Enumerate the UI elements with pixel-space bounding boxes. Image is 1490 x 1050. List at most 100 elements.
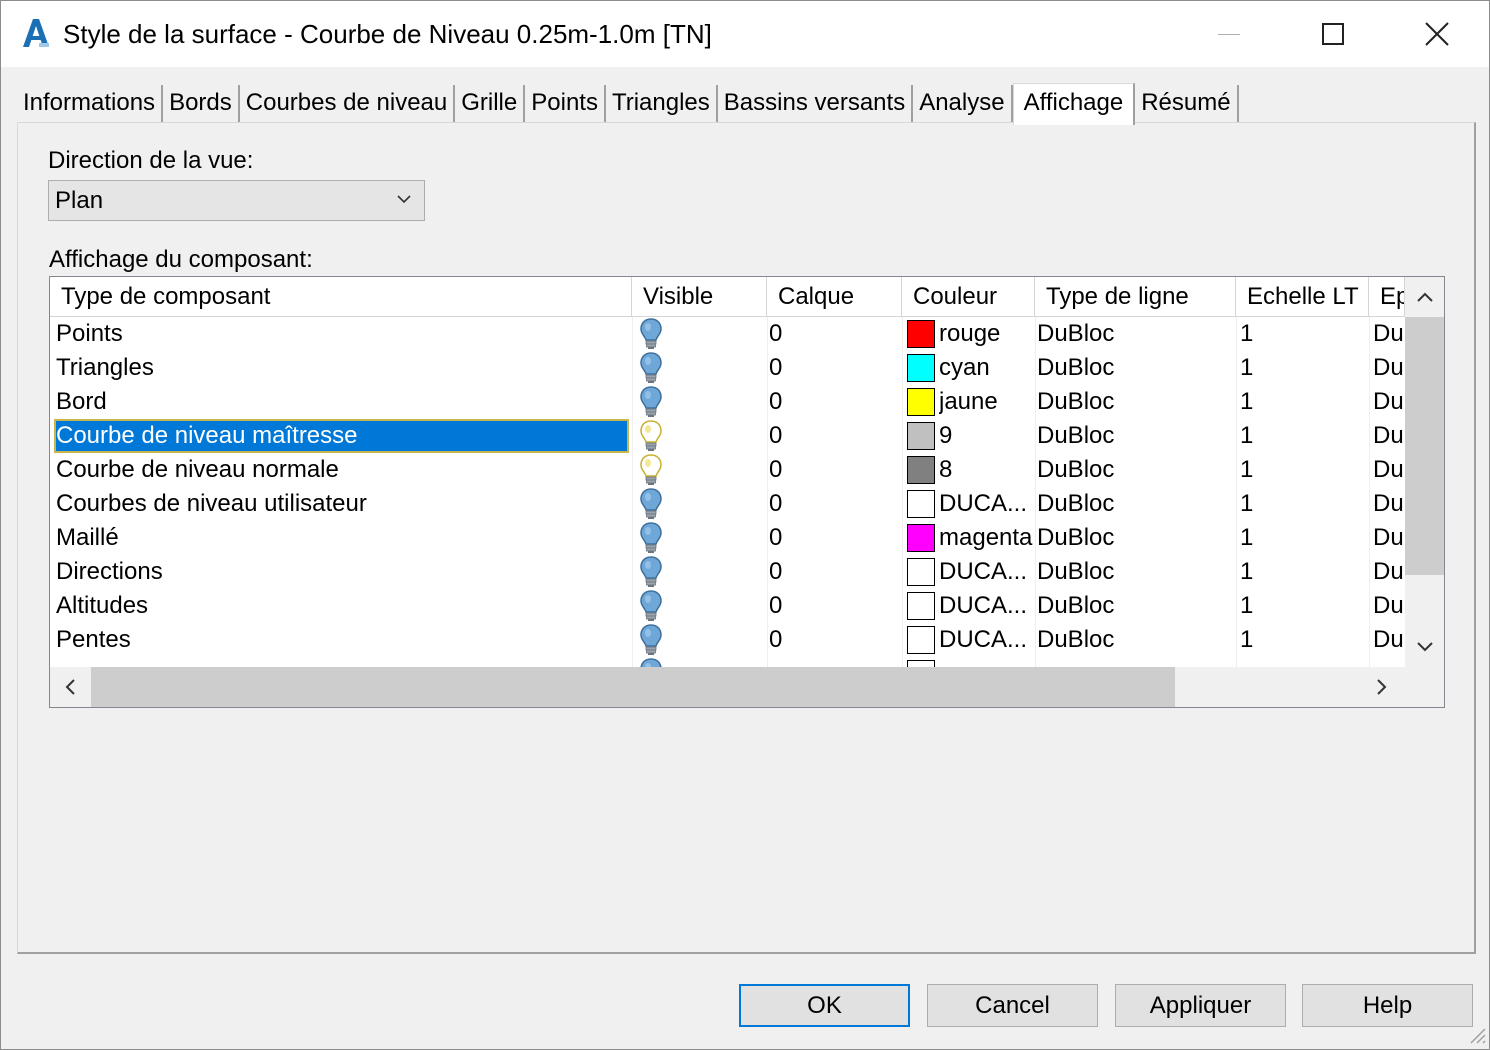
col-header-couleur[interactable]: Couleur <box>902 277 1035 317</box>
view-direction-dropdown[interactable]: Plan <box>48 180 425 221</box>
linetype-cell[interactable]: DuBloc <box>1037 385 1217 419</box>
layer-cell[interactable]: 0 <box>769 623 869 657</box>
lineweight-cell[interactable]: Du <box>1373 453 1404 487</box>
col-header-echelle-lt[interactable]: Echelle LT <box>1236 277 1369 317</box>
table-row[interactable]: Triangles 0 cyan DuBloc 1 Du <box>50 351 1404 385</box>
lt-scale-cell[interactable]: 1 <box>1240 555 1340 589</box>
tab-grille[interactable]: Grille <box>455 85 526 123</box>
horizontal-scrollbar[interactable] <box>50 667 1444 707</box>
color-cell[interactable]: rouge <box>939 317 1037 351</box>
lt-scale-cell[interactable]: 1 <box>1240 453 1340 487</box>
color-cell[interactable]: DUCA... <box>939 487 1037 521</box>
lineweight-cell[interactable]: Du <box>1373 487 1404 521</box>
bulb-on-icon[interactable] <box>640 488 662 520</box>
color-swatch-cell[interactable] <box>905 555 935 589</box>
component-type-cell[interactable]: Pentes <box>54 623 629 657</box>
component-type-cell[interactable]: Courbe de niveau normale <box>54 453 629 487</box>
lt-scale-cell[interactable]: 1 <box>1240 317 1340 351</box>
table-row[interactable]: Pentes 0 DUCA... DuBloc 1 Du <box>50 623 1404 657</box>
color-cell[interactable]: cyan <box>939 351 1037 385</box>
table-row-partial[interactable] <box>50 657 1404 667</box>
component-type-cell[interactable]: Maillé <box>54 521 629 555</box>
tab-affichage[interactable]: Affichage <box>1012 83 1136 125</box>
vertical-scrollbar[interactable] <box>1405 277 1444 667</box>
lineweight-cell[interactable]: Du <box>1373 623 1404 657</box>
linetype-cell[interactable]: DuBloc <box>1037 453 1217 487</box>
lineweight-cell[interactable]: Du <box>1373 521 1404 555</box>
visible-toggle[interactable] <box>640 317 680 351</box>
color-swatch-cell[interactable] <box>905 419 935 453</box>
col-header-calque[interactable]: Calque <box>767 277 902 317</box>
lineweight-cell[interactable]: Du <box>1373 317 1404 351</box>
component-type-cell[interactable]: Courbe de niveau maîtresse <box>54 419 629 453</box>
table-row[interactable]: Bord 0 jaune DuBloc 1 Du <box>50 385 1404 419</box>
color-cell[interactable]: jaune <box>939 385 1037 419</box>
lt-scale-cell[interactable]: 1 <box>1240 385 1340 419</box>
linetype-cell[interactable]: DuBloc <box>1037 521 1217 555</box>
color-swatch-cell[interactable] <box>905 317 935 351</box>
component-type-cell[interactable]: Directions <box>54 555 629 589</box>
visible-toggle[interactable] <box>640 419 680 453</box>
component-type-cell[interactable]: Altitudes <box>54 589 629 623</box>
visible-toggle[interactable] <box>640 589 680 623</box>
linetype-cell[interactable]: DuBloc <box>1037 623 1217 657</box>
visible-toggle[interactable] <box>640 623 680 657</box>
lineweight-cell[interactable]: Du <box>1373 385 1404 419</box>
color-swatch-cell[interactable] <box>905 589 935 623</box>
lineweight-cell[interactable]: Du <box>1373 555 1404 589</box>
color-swatch-cell[interactable] <box>905 487 935 521</box>
linetype-cell[interactable]: DuBloc <box>1037 555 1217 589</box>
color-swatch-cell[interactable] <box>905 385 935 419</box>
component-type-cell[interactable]: Bord <box>54 385 629 419</box>
col-header-ep[interactable]: Ep <box>1369 277 1405 317</box>
lineweight-cell[interactable]: Du <box>1373 589 1404 623</box>
visible-toggle[interactable] <box>640 351 680 385</box>
visible-toggle[interactable] <box>640 453 680 487</box>
table-row[interactable]: Directions 0 DUCA... DuBloc 1 Du <box>50 555 1404 589</box>
tab-points[interactable]: Points <box>525 85 606 123</box>
minimize-button[interactable] <box>1177 1 1281 67</box>
lt-scale-cell[interactable]: 1 <box>1240 419 1340 453</box>
table-row[interactable]: Courbe de niveau normale 0 8 DuBloc 1 Du <box>50 453 1404 487</box>
bulb-on-icon[interactable] <box>640 590 662 622</box>
color-swatch-cell[interactable] <box>905 521 935 555</box>
horizontal-scroll-thumb[interactable] <box>91 667 1175 707</box>
tab-bords[interactable]: Bords <box>163 85 240 123</box>
ok-button[interactable]: OK <box>739 984 910 1027</box>
linetype-cell[interactable]: DuBloc <box>1037 487 1217 521</box>
layer-cell[interactable]: 0 <box>769 351 869 385</box>
visible-toggle[interactable] <box>640 657 680 667</box>
table-row[interactable]: Points 0 rouge DuBloc 1 Du <box>50 317 1404 351</box>
layer-cell[interactable]: 0 <box>769 419 869 453</box>
component-type-cell[interactable]: Points <box>54 317 629 351</box>
color-cell[interactable]: magenta <box>939 521 1037 555</box>
scroll-down-button[interactable] <box>1405 627 1444 667</box>
bulb-on-icon[interactable] <box>640 624 662 656</box>
color-cell[interactable]: DUCA... <box>939 589 1037 623</box>
color-cell[interactable]: 8 <box>939 453 1037 487</box>
table-row[interactable]: Courbes de niveau utilisateur 0 DUCA... DuB… <box>50 487 1404 521</box>
bulb-off-icon[interactable] <box>640 420 662 452</box>
color-cell[interactable]: DUCA... <box>939 555 1037 589</box>
component-type-cell[interactable]: Courbes de niveau utilisateur <box>54 487 629 521</box>
lt-scale-cell[interactable]: 1 <box>1240 589 1340 623</box>
tab-resume[interactable]: Résumé <box>1135 85 1239 123</box>
color-cell[interactable]: DUCA... <box>939 623 1037 657</box>
linetype-cell[interactable]: DuBloc <box>1037 351 1217 385</box>
color-swatch-cell[interactable] <box>905 453 935 487</box>
linetype-cell[interactable]: DuBloc <box>1037 317 1217 351</box>
bulb-on-icon[interactable] <box>640 386 662 418</box>
visible-toggle[interactable] <box>640 521 680 555</box>
bulb-on-icon[interactable] <box>640 352 662 384</box>
layer-cell[interactable]: 0 <box>769 317 869 351</box>
tab-analyse[interactable]: Analyse <box>913 85 1013 123</box>
table-row[interactable]: Altitudes 0 DUCA... DuBloc 1 Du <box>50 589 1404 623</box>
lineweight-cell[interactable]: Du <box>1373 351 1404 385</box>
bulb-on-icon[interactable] <box>640 556 662 588</box>
visible-toggle[interactable] <box>640 385 680 419</box>
linetype-cell[interactable]: DuBloc <box>1037 589 1217 623</box>
bulb-on-icon[interactable] <box>640 522 662 554</box>
apply-button[interactable]: Appliquer <box>1115 984 1286 1027</box>
lt-scale-cell[interactable]: 1 <box>1240 521 1340 555</box>
tab-bassins-versants[interactable]: Bassins versants <box>717 85 914 123</box>
